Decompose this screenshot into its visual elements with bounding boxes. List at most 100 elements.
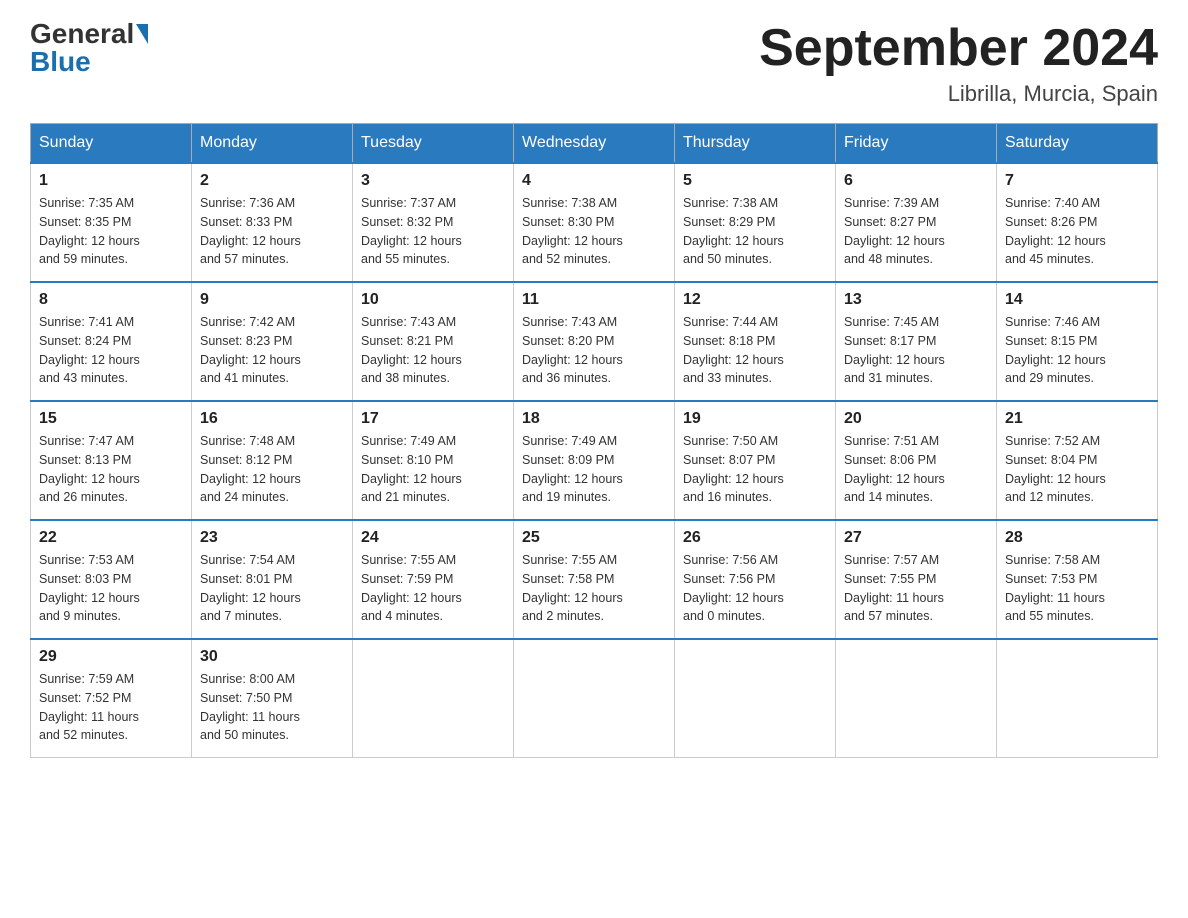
day-number: 23 (200, 529, 344, 547)
table-row: 30 Sunrise: 8:00 AMSunset: 7:50 PMDaylig… (192, 639, 353, 758)
table-row: 29 Sunrise: 7:59 AMSunset: 7:52 PMDaylig… (31, 639, 192, 758)
day-number: 20 (844, 410, 988, 428)
header-sunday: Sunday (31, 124, 192, 164)
day-number: 10 (361, 291, 505, 309)
day-info: Sunrise: 7:42 AMSunset: 8:23 PMDaylight:… (200, 313, 344, 388)
table-row (353, 639, 514, 758)
day-info: Sunrise: 7:49 AMSunset: 8:10 PMDaylight:… (361, 432, 505, 507)
header-friday: Friday (836, 124, 997, 164)
day-number: 7 (1005, 172, 1149, 190)
day-number: 22 (39, 529, 183, 547)
day-number: 11 (522, 291, 666, 309)
logo: General Blue (30, 20, 148, 76)
month-title: September 2024 (759, 20, 1158, 77)
day-number: 19 (683, 410, 827, 428)
table-row: 5 Sunrise: 7:38 AMSunset: 8:29 PMDayligh… (675, 163, 836, 282)
day-info: Sunrise: 7:55 AMSunset: 7:58 PMDaylight:… (522, 551, 666, 626)
day-number: 4 (522, 172, 666, 190)
table-row: 18 Sunrise: 7:49 AMSunset: 8:09 PMDaylig… (514, 401, 675, 520)
day-number: 6 (844, 172, 988, 190)
table-row (514, 639, 675, 758)
day-info: Sunrise: 7:38 AMSunset: 8:29 PMDaylight:… (683, 194, 827, 269)
header-monday: Monday (192, 124, 353, 164)
day-number: 3 (361, 172, 505, 190)
table-row: 8 Sunrise: 7:41 AMSunset: 8:24 PMDayligh… (31, 282, 192, 401)
day-info: Sunrise: 7:43 AMSunset: 8:21 PMDaylight:… (361, 313, 505, 388)
table-row: 1 Sunrise: 7:35 AMSunset: 8:35 PMDayligh… (31, 163, 192, 282)
day-info: Sunrise: 7:39 AMSunset: 8:27 PMDaylight:… (844, 194, 988, 269)
day-info: Sunrise: 7:37 AMSunset: 8:32 PMDaylight:… (361, 194, 505, 269)
table-row: 14 Sunrise: 7:46 AMSunset: 8:15 PMDaylig… (997, 282, 1158, 401)
day-info: Sunrise: 7:40 AMSunset: 8:26 PMDaylight:… (1005, 194, 1149, 269)
table-row: 24 Sunrise: 7:55 AMSunset: 7:59 PMDaylig… (353, 520, 514, 639)
day-number: 15 (39, 410, 183, 428)
day-info: Sunrise: 8:00 AMSunset: 7:50 PMDaylight:… (200, 670, 344, 745)
table-row: 27 Sunrise: 7:57 AMSunset: 7:55 PMDaylig… (836, 520, 997, 639)
day-number: 14 (1005, 291, 1149, 309)
day-info: Sunrise: 7:44 AMSunset: 8:18 PMDaylight:… (683, 313, 827, 388)
table-row: 16 Sunrise: 7:48 AMSunset: 8:12 PMDaylig… (192, 401, 353, 520)
day-info: Sunrise: 7:54 AMSunset: 8:01 PMDaylight:… (200, 551, 344, 626)
table-row: 6 Sunrise: 7:39 AMSunset: 8:27 PMDayligh… (836, 163, 997, 282)
table-row: 23 Sunrise: 7:54 AMSunset: 8:01 PMDaylig… (192, 520, 353, 639)
table-row: 11 Sunrise: 7:43 AMSunset: 8:20 PMDaylig… (514, 282, 675, 401)
table-row: 22 Sunrise: 7:53 AMSunset: 8:03 PMDaylig… (31, 520, 192, 639)
day-info: Sunrise: 7:59 AMSunset: 7:52 PMDaylight:… (39, 670, 183, 745)
calendar-week-row: 8 Sunrise: 7:41 AMSunset: 8:24 PMDayligh… (31, 282, 1158, 401)
table-row: 2 Sunrise: 7:36 AMSunset: 8:33 PMDayligh… (192, 163, 353, 282)
day-number: 25 (522, 529, 666, 547)
header-tuesday: Tuesday (353, 124, 514, 164)
table-row (836, 639, 997, 758)
day-info: Sunrise: 7:43 AMSunset: 8:20 PMDaylight:… (522, 313, 666, 388)
day-info: Sunrise: 7:35 AMSunset: 8:35 PMDaylight:… (39, 194, 183, 269)
calendar-week-row: 22 Sunrise: 7:53 AMSunset: 8:03 PMDaylig… (31, 520, 1158, 639)
header-thursday: Thursday (675, 124, 836, 164)
day-info: Sunrise: 7:53 AMSunset: 8:03 PMDaylight:… (39, 551, 183, 626)
table-row: 15 Sunrise: 7:47 AMSunset: 8:13 PMDaylig… (31, 401, 192, 520)
table-row: 20 Sunrise: 7:51 AMSunset: 8:06 PMDaylig… (836, 401, 997, 520)
day-number: 29 (39, 648, 183, 666)
day-number: 2 (200, 172, 344, 190)
day-number: 30 (200, 648, 344, 666)
table-row: 12 Sunrise: 7:44 AMSunset: 8:18 PMDaylig… (675, 282, 836, 401)
day-number: 1 (39, 172, 183, 190)
calendar-week-row: 15 Sunrise: 7:47 AMSunset: 8:13 PMDaylig… (31, 401, 1158, 520)
day-number: 8 (39, 291, 183, 309)
day-number: 21 (1005, 410, 1149, 428)
title-block: September 2024 Librilla, Murcia, Spain (759, 20, 1158, 107)
day-info: Sunrise: 7:47 AMSunset: 8:13 PMDaylight:… (39, 432, 183, 507)
day-info: Sunrise: 7:55 AMSunset: 7:59 PMDaylight:… (361, 551, 505, 626)
table-row: 10 Sunrise: 7:43 AMSunset: 8:21 PMDaylig… (353, 282, 514, 401)
calendar-header-row: Sunday Monday Tuesday Wednesday Thursday… (31, 124, 1158, 164)
table-row: 19 Sunrise: 7:50 AMSunset: 8:07 PMDaylig… (675, 401, 836, 520)
day-info: Sunrise: 7:50 AMSunset: 8:07 PMDaylight:… (683, 432, 827, 507)
day-number: 13 (844, 291, 988, 309)
day-number: 28 (1005, 529, 1149, 547)
table-row: 13 Sunrise: 7:45 AMSunset: 8:17 PMDaylig… (836, 282, 997, 401)
day-number: 12 (683, 291, 827, 309)
table-row: 28 Sunrise: 7:58 AMSunset: 7:53 PMDaylig… (997, 520, 1158, 639)
page-header: General Blue September 2024 Librilla, Mu… (30, 20, 1158, 107)
table-row: 26 Sunrise: 7:56 AMSunset: 7:56 PMDaylig… (675, 520, 836, 639)
table-row: 3 Sunrise: 7:37 AMSunset: 8:32 PMDayligh… (353, 163, 514, 282)
day-number: 24 (361, 529, 505, 547)
day-info: Sunrise: 7:49 AMSunset: 8:09 PMDaylight:… (522, 432, 666, 507)
day-number: 5 (683, 172, 827, 190)
day-info: Sunrise: 7:45 AMSunset: 8:17 PMDaylight:… (844, 313, 988, 388)
day-info: Sunrise: 7:51 AMSunset: 8:06 PMDaylight:… (844, 432, 988, 507)
table-row: 9 Sunrise: 7:42 AMSunset: 8:23 PMDayligh… (192, 282, 353, 401)
calendar-week-row: 1 Sunrise: 7:35 AMSunset: 8:35 PMDayligh… (31, 163, 1158, 282)
logo-blue-text: Blue (30, 48, 91, 76)
table-row: 21 Sunrise: 7:52 AMSunset: 8:04 PMDaylig… (997, 401, 1158, 520)
header-wednesday: Wednesday (514, 124, 675, 164)
day-info: Sunrise: 7:57 AMSunset: 7:55 PMDaylight:… (844, 551, 988, 626)
day-number: 18 (522, 410, 666, 428)
day-info: Sunrise: 7:56 AMSunset: 7:56 PMDaylight:… (683, 551, 827, 626)
logo-general-text: General (30, 20, 134, 48)
calendar-week-row: 29 Sunrise: 7:59 AMSunset: 7:52 PMDaylig… (31, 639, 1158, 758)
table-row (675, 639, 836, 758)
table-row: 7 Sunrise: 7:40 AMSunset: 8:26 PMDayligh… (997, 163, 1158, 282)
header-saturday: Saturday (997, 124, 1158, 164)
day-info: Sunrise: 7:41 AMSunset: 8:24 PMDaylight:… (39, 313, 183, 388)
day-info: Sunrise: 7:36 AMSunset: 8:33 PMDaylight:… (200, 194, 344, 269)
